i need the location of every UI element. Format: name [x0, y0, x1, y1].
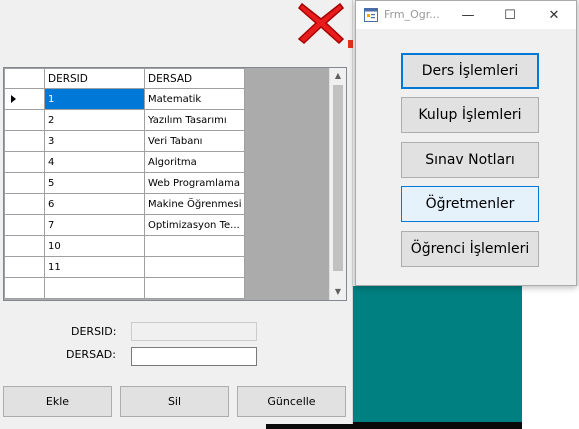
row-header[interactable] — [4, 235, 45, 257]
ogrenci-islemleri-button[interactable]: Öğrenci İşlemleri — [401, 231, 539, 267]
sinav-notlari-button[interactable]: Sınav Notları — [401, 142, 539, 178]
cell-dersid[interactable]: 3 — [44, 130, 145, 152]
row-header[interactable] — [4, 256, 45, 278]
grid-header-row: DERSID DERSAD — [4, 68, 245, 89]
cell-dersad[interactable] — [144, 277, 245, 299]
window-close-icon[interactable]: ✕ — [536, 1, 572, 29]
table-row[interactable]: 4 Algoritma — [4, 151, 245, 173]
cell-dersid[interactable]: 1 — [44, 88, 145, 110]
table-row[interactable]: 5 Web Programlama — [4, 172, 245, 194]
cell-dersid[interactable]: 11 — [44, 256, 145, 278]
ogretmenler-button[interactable]: Öğretmenler — [401, 186, 539, 222]
window-title: Frm_Ogr... — [384, 8, 440, 21]
row-header[interactable] — [4, 109, 45, 131]
scroll-thumb[interactable] — [333, 85, 343, 271]
cell-dersad[interactable]: Yazılım Tasarımı — [144, 109, 245, 131]
table-row[interactable]: 11 — [4, 256, 245, 278]
desktop-white-area — [522, 286, 579, 429]
current-row-arrow-icon — [11, 95, 16, 103]
red-mark-icon — [348, 40, 353, 48]
row-header[interactable] — [4, 172, 45, 194]
grid-vertical-scrollbar[interactable]: ▲ ▼ — [329, 68, 346, 300]
cell-dersid[interactable]: 10 — [44, 235, 145, 257]
ders-islemleri-button[interactable]: Ders İşlemleri — [401, 53, 539, 89]
column-header-dersad[interactable]: DERSAD — [144, 68, 245, 89]
lessons-form: DERSID DERSAD 1 Matematik 2 Yazılım Tasarım… — [0, 0, 353, 424]
dersad-field[interactable] — [131, 347, 257, 366]
table-row[interactable]: 3 Veri Tabanı — [4, 130, 245, 152]
form-icon — [364, 8, 378, 22]
close-x-icon[interactable] — [296, 0, 346, 46]
cell-dersid[interactable]: 5 — [44, 172, 145, 194]
row-header[interactable] — [4, 151, 45, 173]
row-header[interactable] — [4, 88, 45, 110]
minimize-icon[interactable]: — — [450, 1, 486, 29]
cell-dersad[interactable] — [144, 235, 245, 257]
table-row[interactable]: 2 Yazılım Tasarımı — [4, 109, 245, 131]
grid-corner-header — [4, 68, 45, 89]
table-row[interactable]: 1 Matematik — [4, 88, 245, 110]
update-button[interactable]: Güncelle — [237, 386, 346, 417]
cell-dersad[interactable]: Makine Öğrenmesi — [144, 193, 245, 215]
teal-desktop-background — [350, 286, 522, 429]
row-header[interactable] — [4, 130, 45, 152]
row-header[interactable] — [4, 214, 45, 236]
cell-dersid[interactable]: 4 — [44, 151, 145, 173]
cell-dersid[interactable]: 6 — [44, 193, 145, 215]
table-row[interactable]: 7 Optimizasyon Te... — [4, 214, 245, 236]
cell-dersad[interactable]: Algoritma — [144, 151, 245, 173]
row-header[interactable] — [4, 277, 45, 299]
delete-button[interactable]: Sil — [120, 386, 229, 417]
main-menu-window: Frm_Ogr... — ☐ ✕ Ders İşlemleri Kulup İş… — [355, 0, 577, 286]
lessons-table: DERSID DERSAD 1 Matematik 2 Yazılım Tasarım… — [4, 68, 245, 299]
cell-dersid[interactable]: 7 — [44, 214, 145, 236]
table-row[interactable] — [4, 277, 245, 299]
cell-dersad[interactable]: Optimizasyon Te... — [144, 214, 245, 236]
table-row[interactable]: 10 — [4, 235, 245, 257]
column-header-dersid[interactable]: DERSID — [44, 68, 145, 89]
maximize-icon[interactable]: ☐ — [492, 1, 528, 29]
cell-dersad[interactable]: Matematik — [144, 88, 245, 110]
row-header[interactable] — [4, 193, 45, 215]
title-bar[interactable]: Frm_Ogr... — ☐ ✕ — [356, 1, 576, 29]
cell-dersad[interactable]: Web Programlama — [144, 172, 245, 194]
kulup-islemleri-button[interactable]: Kulup İşlemleri — [401, 97, 539, 133]
dersad-label: DERSAD: — [66, 348, 116, 361]
table-row[interactable]: 6 Makine Öğrenmesi — [4, 193, 245, 215]
dersid-field[interactable] — [131, 322, 257, 341]
lessons-datagrid[interactable]: DERSID DERSAD 1 Matematik 2 Yazılım Tasarım… — [3, 67, 347, 301]
cell-dersad[interactable]: Veri Tabanı — [144, 130, 245, 152]
scroll-up-icon[interactable]: ▲ — [330, 68, 346, 84]
cell-dersid[interactable] — [44, 277, 145, 299]
scroll-down-icon[interactable]: ▼ — [330, 284, 346, 300]
cell-dersad[interactable] — [144, 256, 245, 278]
cell-dersid[interactable]: 2 — [44, 109, 145, 131]
add-button[interactable]: Ekle — [3, 386, 112, 417]
dersid-label: DERSID: — [71, 325, 117, 338]
